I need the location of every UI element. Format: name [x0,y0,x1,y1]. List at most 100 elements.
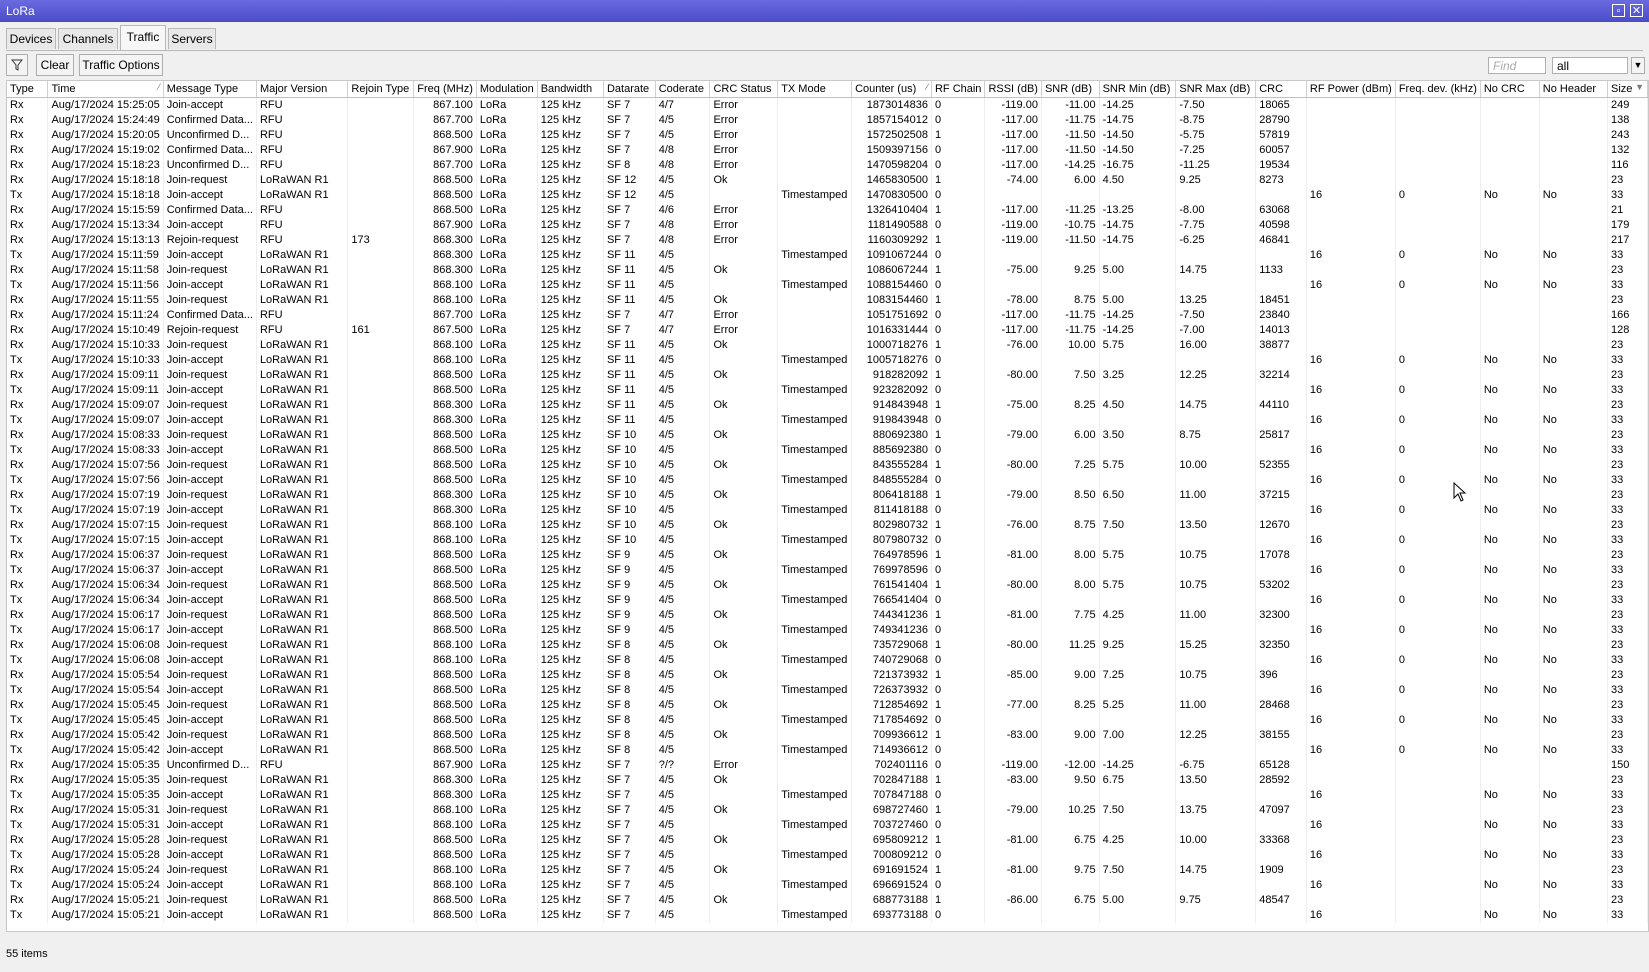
table-row[interactable]: Tx Aug/17/2024 15:11:59 Join-accept LoRaWAN… [7,248,1648,263]
column-menu-icon[interactable]: ▼ [1635,82,1644,92]
table-row[interactable]: Rx Aug/17/2024 15:09:11 Join-request LoRaWA… [7,368,1648,383]
table-row[interactable]: Tx Aug/17/2024 15:05:31 Join-accept LoRaWAN… [7,818,1648,833]
column-header[interactable]: Datarate [603,81,656,98]
table-row[interactable]: Tx Aug/17/2024 15:09:07 Join-accept LoRaWAN… [7,413,1648,428]
table-cell: -14.75 [1099,113,1177,128]
column-header[interactable]: RF Chain [931,81,986,98]
table-row[interactable]: Rx Aug/17/2024 15:11:24 Confirmed Data... R… [7,308,1648,323]
column-header[interactable]: Message Type [163,81,257,98]
table-row[interactable]: Tx Aug/17/2024 15:05:42 Join-accept LoRaWAN… [7,743,1648,758]
column-header[interactable]: RF Power (dBm) [1306,81,1396,98]
table-row[interactable]: Rx Aug/17/2024 15:11:58 Join-request LoRaWA… [7,263,1648,278]
table-row[interactable]: Tx Aug/17/2024 15:06:37 Join-accept LoRaWAN… [7,563,1648,578]
table-row[interactable]: Rx Aug/17/2024 15:13:13 Rejoin-request RFU 1… [7,233,1648,248]
table-row[interactable]: Rx Aug/17/2024 15:07:19 Join-request LoRaWA… [7,488,1648,503]
table-cell: Rx [7,338,49,353]
column-header[interactable]: SNR Min (dB) [1099,81,1177,98]
column-header[interactable]: TX Mode [777,81,853,98]
find-input[interactable] [1488,57,1546,74]
clear-button[interactable]: Clear [36,54,74,76]
table-row[interactable]: Tx Aug/17/2024 15:05:35 Join-accept LoRaWAN… [7,788,1648,803]
column-header[interactable]: Type [7,81,49,98]
table-row[interactable]: Rx Aug/17/2024 15:25:05 Join-accept RFU 867.… [7,97,1648,113]
column-header[interactable]: Coderate [655,81,711,98]
column-header[interactable]: Time ⁄ [47,81,164,98]
table-cell: -119.00 [984,97,1042,113]
table-row[interactable]: Rx Aug/17/2024 15:11:55 Join-request LoRaWA… [7,293,1648,308]
table-row[interactable]: Tx Aug/17/2024 15:08:33 Join-accept LoRaWAN… [7,443,1648,458]
table-row[interactable]: Rx Aug/17/2024 15:20:05 Unconfirmed D... RF… [7,128,1648,143]
table-row[interactable]: Rx Aug/17/2024 15:05:31 Join-request LoRaWA… [7,803,1648,818]
column-header[interactable]: SNR Max (dB) [1175,81,1257,98]
table-row[interactable]: Tx Aug/17/2024 15:06:17 Join-accept LoRaWAN… [7,623,1648,638]
table-row[interactable]: Tx Aug/17/2024 15:05:28 Join-accept LoRaWAN… [7,848,1648,863]
table-row[interactable]: Rx Aug/17/2024 15:07:15 Join-request LoRaWA… [7,518,1648,533]
tab-traffic[interactable]: Traffic [120,25,166,50]
table-row[interactable]: Tx Aug/17/2024 15:05:24 Join-accept LoRaWAN… [7,878,1648,893]
column-header[interactable]: Bandwidth [537,81,604,98]
column-header[interactable]: CRC [1255,81,1307,98]
table-row[interactable]: Tx Aug/17/2024 15:06:08 Join-accept LoRaWAN… [7,653,1648,668]
table-cell [709,413,779,428]
column-header[interactable]: Freq (MHz) [413,81,477,98]
column-header[interactable]: Rejoin Type [347,81,415,98]
table-row[interactable]: Rx Aug/17/2024 15:05:35 Join-request LoRaWA… [7,773,1648,788]
table-row[interactable]: Tx Aug/17/2024 15:05:21 Join-accept LoRaWAN… [7,908,1648,923]
table-row[interactable]: Tx Aug/17/2024 15:07:15 Join-accept LoRaWAN… [7,533,1648,548]
maximize-icon[interactable]: ▫ [1612,4,1625,17]
traffic-options-button[interactable]: Traffic Options [79,54,163,76]
column-header[interactable]: SNR (dB) [1041,81,1100,98]
table-row[interactable]: Rx Aug/17/2024 15:19:02 Confirmed Data... R… [7,143,1648,158]
table-row[interactable]: Rx Aug/17/2024 15:05:45 Join-request LoRaWA… [7,698,1648,713]
table-row[interactable]: Rx Aug/17/2024 15:05:42 Join-request LoRaWA… [7,728,1648,743]
filter-button[interactable] [6,54,28,76]
column-header[interactable]: Major Version [256,81,349,98]
table-row[interactable]: Rx Aug/17/2024 15:06:08 Join-request LoRaWA… [7,638,1648,653]
table-row[interactable]: Rx Aug/17/2024 15:13:34 Join-accept RFU 867.… [7,218,1648,233]
tab-servers[interactable]: Servers [168,28,216,49]
table-row[interactable]: Rx Aug/17/2024 15:05:21 Join-request LoRaWA… [7,893,1648,908]
table-row[interactable]: Rx Aug/17/2024 15:15:59 Confirmed Data... R… [7,203,1648,218]
table-row[interactable]: Tx Aug/17/2024 15:18:18 Join-accept LoRaWAN… [7,188,1648,203]
table-row[interactable]: Tx Aug/17/2024 15:11:56 Join-accept LoRaWAN… [7,278,1648,293]
column-header[interactable]: Modulation [476,81,538,98]
table-row[interactable]: Rx Aug/17/2024 15:06:17 Join-request LoRaWA… [7,608,1648,623]
tab-devices[interactable]: Devices [6,28,56,49]
traffic-table[interactable]: Type Time ⁄ Message Type Major Version Rejoin… [6,80,1649,932]
table-cell: Aug/17/2024 15:18:23 [47,158,164,173]
column-header[interactable]: No Header [1539,81,1609,98]
table-row[interactable]: Rx Aug/17/2024 15:24:49 Confirmed Data... R… [7,113,1648,128]
filter-select[interactable] [1552,57,1628,74]
column-header[interactable]: CRC Status [709,81,779,98]
table-row[interactable]: Rx Aug/17/2024 15:05:35 Unconfirmed D... RF… [7,758,1648,773]
table-row[interactable]: Tx Aug/17/2024 15:09:11 Join-accept LoRaWAN… [7,383,1648,398]
table-row[interactable]: Tx Aug/17/2024 15:07:56 Join-accept LoRaWAN… [7,473,1648,488]
table-row[interactable]: Rx Aug/17/2024 15:18:18 Join-request LoRaWA… [7,173,1648,188]
table-row[interactable]: Rx Aug/17/2024 15:09:07 Join-request LoRaWA… [7,398,1648,413]
close-icon[interactable]: ✕ [1630,4,1643,17]
table-row[interactable]: Tx Aug/17/2024 15:06:34 Join-accept LoRaWAN… [7,593,1648,608]
table-row[interactable]: Rx Aug/17/2024 15:05:24 Join-request LoRaWA… [7,863,1648,878]
table-row[interactable]: Rx Aug/17/2024 15:10:49 Rejoin-request RFU 1… [7,323,1648,338]
table-cell: 11.00 [1175,488,1257,503]
table-row[interactable]: Rx Aug/17/2024 15:18:23 Unconfirmed D... RF… [7,158,1648,173]
table-row[interactable]: Tx Aug/17/2024 15:07:19 Join-accept LoRaWAN… [7,503,1648,518]
column-header[interactable]: Counter (us) ⁄ [851,81,932,98]
table-row[interactable]: Tx Aug/17/2024 15:10:33 Join-accept LoRaWAN… [7,353,1648,368]
table-row[interactable]: Rx Aug/17/2024 15:06:37 Join-request LoRaWA… [7,548,1648,563]
table-row[interactable]: Rx Aug/17/2024 15:06:34 Join-request LoRaWA… [7,578,1648,593]
tab-channels[interactable]: Channels [58,28,118,49]
table-row[interactable]: Rx Aug/17/2024 15:05:28 Join-request LoRaWA… [7,833,1648,848]
table-row[interactable]: Rx Aug/17/2024 15:08:33 Join-request LoRaWA… [7,428,1648,443]
table-row[interactable]: Rx Aug/17/2024 15:07:56 Join-request LoRaWA… [7,458,1648,473]
column-header[interactable]: Size ▼ [1607,81,1648,98]
table-row[interactable]: Rx Aug/17/2024 15:05:54 Join-request LoRaWA… [7,668,1648,683]
table-row[interactable]: Tx Aug/17/2024 15:05:45 Join-accept LoRaWAN… [7,713,1648,728]
table-cell: Join-request [163,608,257,623]
column-header[interactable]: No CRC [1480,81,1540,98]
column-header[interactable]: RSSI (dB) [984,81,1042,98]
table-row[interactable]: Tx Aug/17/2024 15:05:54 Join-accept LoRaWAN… [7,683,1648,698]
table-row[interactable]: Rx Aug/17/2024 15:10:33 Join-request LoRaWA… [7,338,1648,353]
filter-dropdown-button[interactable]: ▼ [1631,57,1645,74]
column-header[interactable]: Freq. dev. (kHz) [1395,81,1481,98]
